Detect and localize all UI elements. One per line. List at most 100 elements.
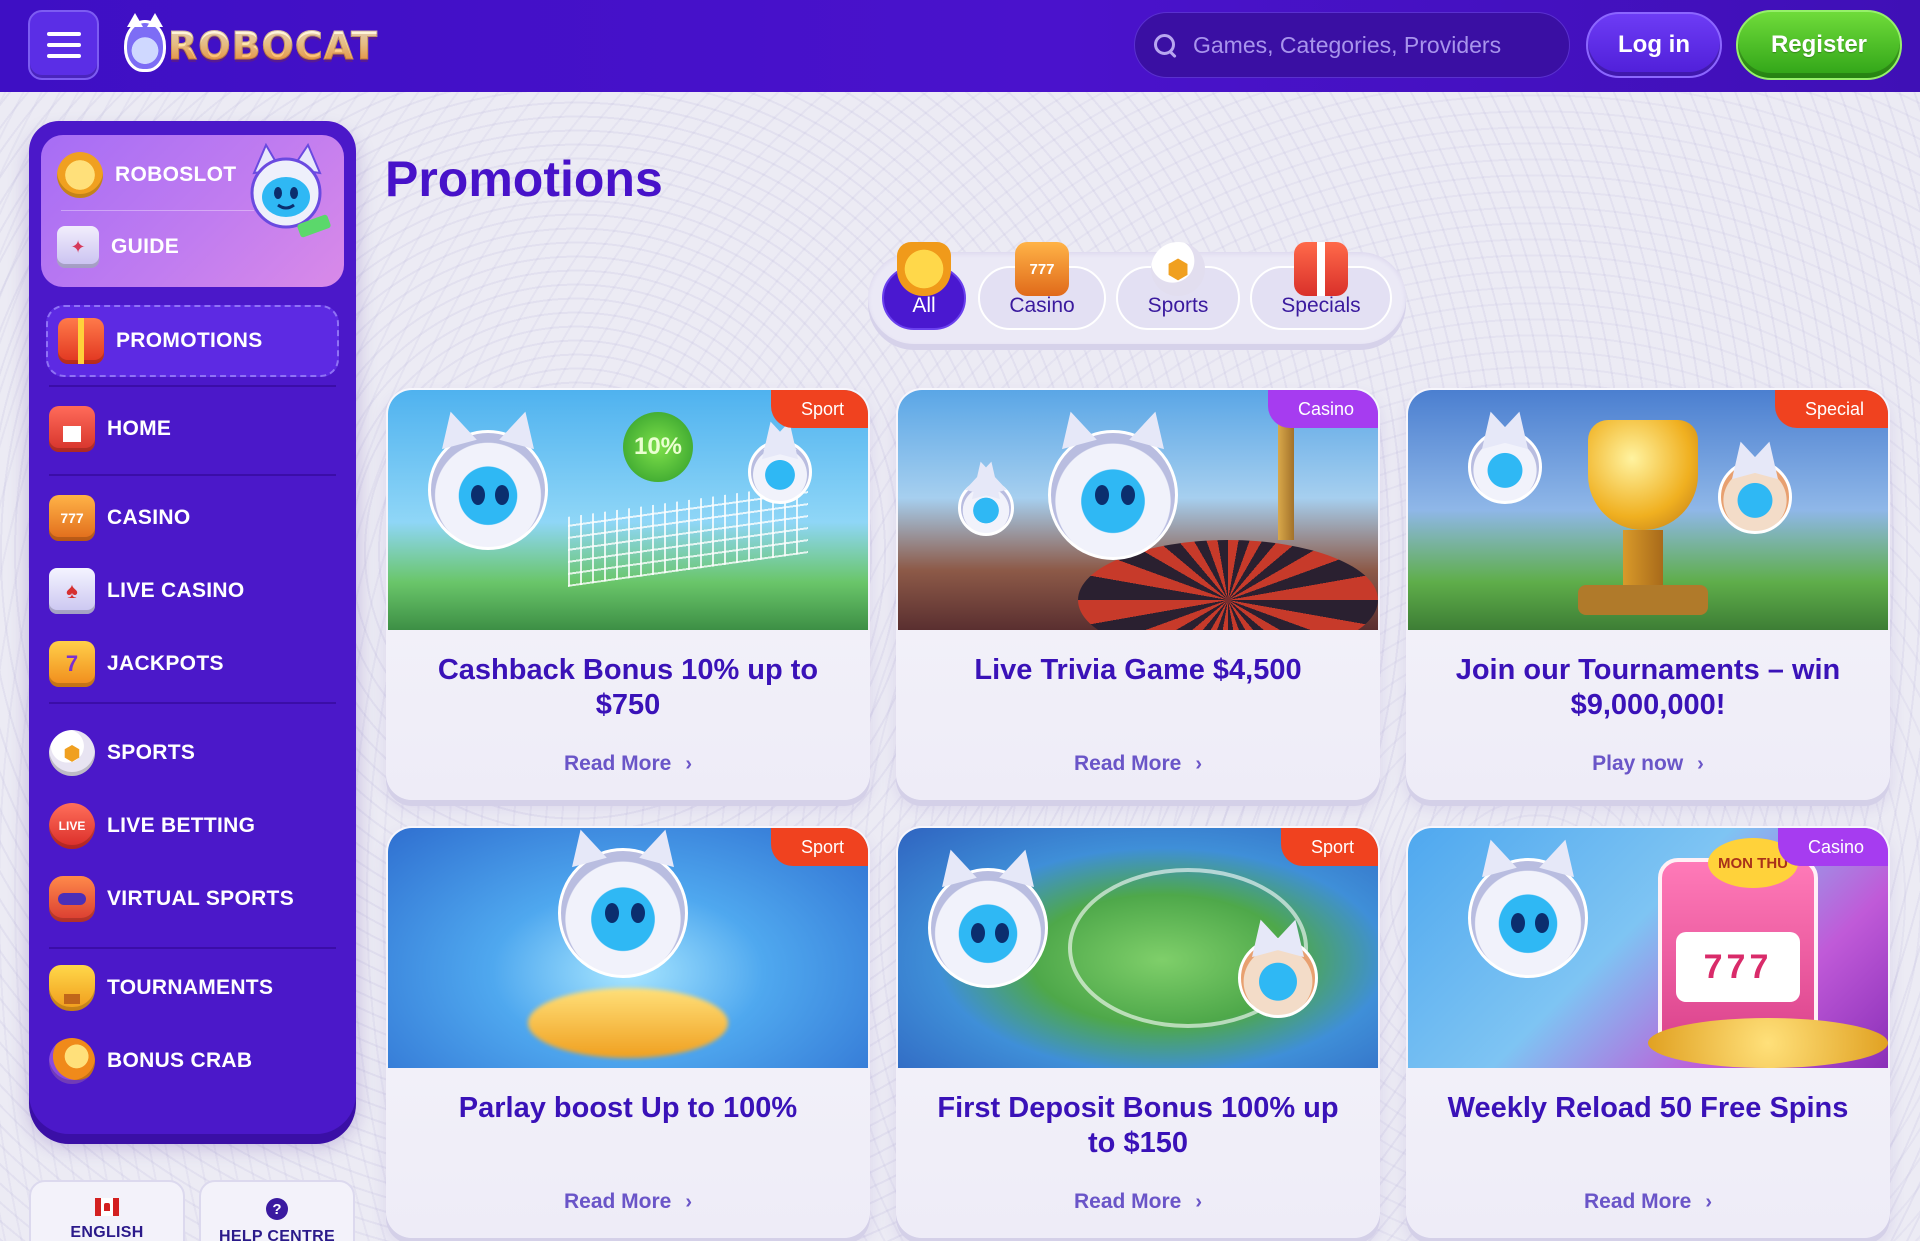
chevron-right-icon: › — [1705, 1191, 1713, 1213]
promo-card[interactable]: Casino Live Trivia Game $4,500 Read More… — [896, 388, 1380, 800]
page-title: Promotions — [385, 151, 663, 207]
trophy-base — [1578, 585, 1708, 615]
promo-card[interactable]: 10% Sport Cashback Bonus 10% up to $750 … — [386, 388, 870, 800]
vr-headset-icon — [49, 876, 95, 922]
sidebar-item-label: TOURNAMENTS — [107, 976, 274, 999]
sidebar-item-virtual-sports[interactable]: VIRTUAL SPORTS — [49, 871, 339, 927]
chevron-right-icon: › — [685, 753, 693, 775]
read-more-link[interactable]: Read More › — [896, 752, 1380, 776]
link-label: Read More — [1583, 1190, 1692, 1213]
help-centre-button[interactable]: ? HELP CENTRE — [199, 1180, 355, 1241]
robocat-character — [958, 480, 1014, 536]
promo-card-title: Cashback Bonus 10% up to $750 — [437, 654, 819, 721]
sidebar-item-guide[interactable]: ✦ GUIDE — [57, 219, 344, 275]
slot-777-icon: 777 — [1015, 242, 1069, 296]
sidebar-item-bonus-crab[interactable]: BONUS CRAB — [49, 1033, 339, 1089]
slot-reels: 777 — [1676, 932, 1800, 1002]
read-more-link[interactable]: Read More › — [1406, 1190, 1890, 1214]
help-centre-label: HELP CENTRE — [219, 1228, 335, 1241]
sidebar-item-tournaments[interactable]: TOURNAMENTS — [49, 960, 339, 1016]
sidebar-item-promotions[interactable]: PROMOTIONS — [46, 305, 339, 377]
tab-sports[interactable]: ⬢ Sports — [1116, 242, 1240, 330]
promo-card[interactable]: Sport Parlay boost Up to 100% Read More › — [386, 826, 870, 1238]
promo-card[interactable]: 777 MON THU Casino Weekly Reload 50 Free… — [1406, 826, 1890, 1238]
promo-card-title: First Deposit Bonus 100% up to $150 — [937, 1092, 1339, 1159]
promo-card-image: Sport — [388, 828, 868, 1068]
burger-line — [46, 43, 81, 47]
sidebar-item-sports[interactable]: ⬢ SPORTS — [49, 725, 339, 781]
live-badge-icon: LIVE — [49, 803, 95, 849]
sidebar-item-label: CASINO — [107, 506, 191, 529]
tab-label: All — [912, 294, 936, 317]
read-more-link[interactable]: Read More › — [896, 1190, 1380, 1214]
divider — [49, 702, 336, 704]
sidebar-item-live-betting[interactable]: LIVE LIVE BETTING — [49, 798, 339, 854]
link-label: Read More — [563, 752, 672, 775]
language-label: ENGLISH — [70, 1224, 144, 1241]
promo-card-image: Sport — [898, 828, 1378, 1068]
trophy-icon — [897, 242, 951, 296]
read-more-link[interactable]: Read More › — [386, 752, 870, 776]
percent-ball: 10% — [623, 412, 693, 482]
sidebar-item-home[interactable]: HOME — [49, 401, 339, 457]
help-icon: ? — [266, 1198, 288, 1220]
promo-card[interactable]: Sport First Deposit Bonus 100% up to $15… — [896, 826, 1380, 1238]
divider — [49, 947, 336, 949]
link-label: Play now — [1592, 752, 1684, 775]
robocat-character — [748, 440, 812, 504]
login-button[interactable]: Log in — [1586, 12, 1722, 78]
burger-line — [46, 32, 81, 36]
tab-label: Casino — [1009, 294, 1075, 317]
trophy-icon — [49, 965, 95, 1011]
home-icon — [49, 406, 95, 452]
search-input[interactable] — [1193, 31, 1553, 59]
trophy-stem — [1623, 530, 1663, 590]
read-more-link[interactable]: Read More › — [386, 1190, 870, 1214]
category-badge: Sport — [770, 828, 868, 866]
sidebar-item-label: HOME — [107, 417, 172, 440]
sidebar-item-label: LIVE BETTING — [107, 814, 256, 837]
chevron-right-icon: › — [1195, 753, 1203, 775]
tab-specials[interactable]: Specials — [1250, 242, 1392, 330]
link-label: Read More — [563, 1190, 672, 1213]
search-icon — [1151, 31, 1179, 59]
menu-burger-button[interactable] — [28, 10, 99, 80]
promo-card[interactable]: Special Join our Tournaments – win $9,00… — [1406, 388, 1890, 800]
sidebar-featured-panel: ROBOSLOT ✦ GUIDE — [41, 135, 344, 287]
sidebar-item-live-casino[interactable]: ♠ LIVE CASINO — [49, 563, 339, 619]
soccer-ball-icon: ⬢ — [1151, 242, 1205, 296]
sidebar-item-roboslot[interactable]: ROBOSLOT — [57, 147, 344, 203]
search-bar[interactable] — [1134, 12, 1570, 78]
coin-pile — [1648, 1018, 1888, 1068]
promo-filter-tabs: All 777 Casino ⬢ Sports Specials — [868, 242, 1406, 344]
sidebar-item-casino[interactable]: 777 CASINO — [49, 490, 339, 546]
play-now-link[interactable]: Play now › — [1406, 752, 1890, 776]
divider — [61, 210, 254, 211]
sidebar-item-label: GUIDE — [111, 235, 180, 258]
bonus-crab-icon — [49, 1038, 95, 1084]
chevron-right-icon: › — [1697, 753, 1704, 775]
link-label: Read More — [1073, 752, 1182, 775]
logo-text: ROBOCAT — [167, 24, 379, 69]
guide-scroll-icon: ✦ — [57, 226, 99, 268]
top-header: ROBOCAT Log in Register — [0, 0, 1920, 92]
robocat-logo[interactable]: ROBOCAT — [124, 12, 378, 80]
tab-label: Sports — [1147, 294, 1209, 317]
tab-all[interactable]: All — [882, 242, 966, 330]
sidebar-item-jackpots[interactable]: 7 JACKPOTS — [49, 636, 339, 692]
robocat-character — [428, 430, 548, 550]
link-label: Read More — [1073, 1190, 1182, 1213]
divider — [49, 474, 336, 476]
robocat-character — [1718, 460, 1792, 534]
canada-flag-icon — [95, 1198, 119, 1216]
language-selector[interactable]: ENGLISH — [29, 1180, 185, 1241]
category-badge: Casino — [1777, 828, 1888, 866]
robocat-logo-icon — [124, 13, 166, 72]
gift-icon — [58, 318, 104, 364]
tab-casino[interactable]: 777 Casino — [978, 242, 1106, 330]
promo-card-image: 10% Sport — [388, 390, 868, 630]
register-button[interactable]: Register — [1736, 10, 1902, 80]
tab-label: Specials — [1281, 294, 1361, 317]
category-badge: Special — [1774, 390, 1888, 428]
rocket-flame — [528, 988, 728, 1058]
